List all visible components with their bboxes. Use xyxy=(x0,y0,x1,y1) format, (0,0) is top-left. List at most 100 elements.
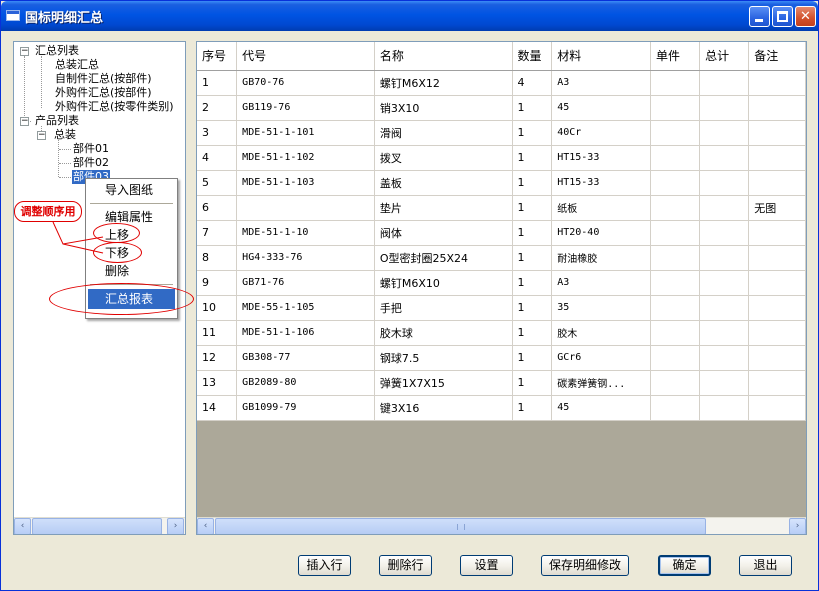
column-header[interactable]: 材料 xyxy=(551,42,651,71)
table-cell[interactable] xyxy=(236,195,375,221)
table-row[interactable]: 2 GB119-76 销3X10 1 45 xyxy=(197,95,806,121)
table-cell[interactable]: 11 xyxy=(197,320,238,346)
scroll-thumb[interactable] xyxy=(215,518,706,534)
table-cell[interactable]: 1 xyxy=(512,245,553,271)
table-cell[interactable]: 2 xyxy=(197,95,238,121)
table-cell[interactable] xyxy=(748,245,806,271)
collapse-icon[interactable]: − xyxy=(37,131,46,140)
table-cell[interactable] xyxy=(650,220,701,246)
table-cell[interactable]: 钢球7.5 xyxy=(374,345,513,371)
table-cell[interactable]: MDE-51-1-106 xyxy=(236,320,375,346)
column-header[interactable]: 备注 xyxy=(748,42,806,71)
table-cell[interactable] xyxy=(748,170,806,196)
table-cell[interactable]: 1 xyxy=(512,220,553,246)
table-cell[interactable]: 碳素弹簧钢... xyxy=(551,370,651,396)
table-cell[interactable]: MDE-51-1-10 xyxy=(236,220,375,246)
table-cell[interactable]: 垫片 xyxy=(374,195,513,221)
tree-horizontal-scrollbar[interactable]: ‹ › xyxy=(14,517,185,534)
column-header[interactable]: 代号 xyxy=(236,42,375,71)
table-cell[interactable] xyxy=(748,395,806,421)
menu-item-edit-properties[interactable]: 编辑属性 xyxy=(88,207,175,227)
collapse-icon[interactable]: − xyxy=(20,117,29,126)
table-cell[interactable] xyxy=(650,145,701,171)
table-row[interactable]: 10 MDE-55-1-105 手把 1 35 xyxy=(197,295,806,321)
table-cell[interactable]: MDE-51-1-102 xyxy=(236,145,375,171)
table-cell[interactable]: GCr6 xyxy=(551,345,651,371)
table-cell[interactable]: 销3X10 xyxy=(374,95,513,121)
maximize-button[interactable] xyxy=(772,6,793,27)
table-cell[interactable]: GB308-77 xyxy=(236,345,375,371)
save-changes-button[interactable]: 保存明细修改 xyxy=(541,555,629,576)
table-cell[interactable]: 无图 xyxy=(748,195,806,221)
table-cell[interactable]: 键3X16 xyxy=(374,395,513,421)
table-cell[interactable] xyxy=(650,95,701,121)
column-header[interactable]: 数量 xyxy=(512,42,553,71)
table-row[interactable]: 9 GB71-76 螺钉M6X10 1 A3 xyxy=(197,270,806,296)
table-cell[interactable]: 45 xyxy=(551,395,651,421)
table-cell[interactable]: 1 xyxy=(512,270,553,296)
table-cell[interactable] xyxy=(748,120,806,146)
table-cell[interactable]: 8 xyxy=(197,245,238,271)
table-cell[interactable]: 4 xyxy=(512,70,553,96)
table-cell[interactable]: 1 xyxy=(512,395,553,421)
tree-node-component-02[interactable]: 部件02 xyxy=(73,156,109,170)
table-cell[interactable] xyxy=(748,345,806,371)
insert-row-button[interactable]: 插入行 xyxy=(298,555,351,576)
table-cell[interactable] xyxy=(699,345,750,371)
column-header[interactable]: 单件 xyxy=(650,42,701,71)
table-cell[interactable] xyxy=(699,395,750,421)
table-row[interactable]: 7 MDE-51-1-10 阀体 1 HT20-40 xyxy=(197,220,806,246)
table-cell[interactable] xyxy=(699,195,750,221)
table-cell[interactable]: 1 xyxy=(512,145,553,171)
table-cell[interactable] xyxy=(699,145,750,171)
table-cell[interactable] xyxy=(699,120,750,146)
table-cell[interactable]: 6 xyxy=(197,195,238,221)
table-row[interactable]: 1 GB70-76 螺钉M6X12 4 A3 xyxy=(197,70,806,96)
table-cell[interactable] xyxy=(699,270,750,296)
table-cell[interactable]: 45 xyxy=(551,95,651,121)
tree-node-made-parts-summary[interactable]: 自制件汇总(按部件) xyxy=(55,72,152,86)
table-cell[interactable]: 盖板 xyxy=(374,170,513,196)
table-cell[interactable] xyxy=(650,70,701,96)
table-row[interactable]: 6 垫片 1 纸板 无图 xyxy=(197,195,806,221)
table-cell[interactable]: MDE-55-1-105 xyxy=(236,295,375,321)
table-cell[interactable]: A3 xyxy=(551,70,651,96)
table-cell[interactable]: 1 xyxy=(512,320,553,346)
table-cell[interactable] xyxy=(699,295,750,321)
table-cell[interactable]: 耐油橡胶 xyxy=(551,245,651,271)
table-row[interactable]: 13 GB2089-80 弹簧1X7X15 1 碳素弹簧钢... xyxy=(197,370,806,396)
table-cell[interactable]: 4 xyxy=(197,145,238,171)
table-cell[interactable]: 1 xyxy=(197,70,238,96)
table-cell[interactable] xyxy=(650,170,701,196)
table-cell[interactable]: 滑阀 xyxy=(374,120,513,146)
table-cell[interactable] xyxy=(650,320,701,346)
table-cell[interactable]: 5 xyxy=(197,170,238,196)
scroll-right-arrow-icon[interactable]: › xyxy=(167,518,184,534)
table-cell[interactable]: 纸板 xyxy=(551,195,651,221)
ok-button[interactable]: 确定 xyxy=(658,555,711,576)
collapse-icon[interactable]: − xyxy=(20,47,29,56)
table-cell[interactable] xyxy=(699,320,750,346)
table-cell[interactable] xyxy=(748,270,806,296)
table-cell[interactable]: 1 xyxy=(512,370,553,396)
minimize-button[interactable] xyxy=(749,6,770,27)
tree-node-component-01[interactable]: 部件01 xyxy=(73,142,109,156)
tree-node-purchased-by-category[interactable]: 外购件汇总(按零件类别) xyxy=(55,100,174,114)
table-cell[interactable]: MDE-51-1-101 xyxy=(236,120,375,146)
table-cell[interactable] xyxy=(650,245,701,271)
table-cell[interactable]: 35 xyxy=(551,295,651,321)
table-cell[interactable]: 9 xyxy=(197,270,238,296)
table-cell[interactable]: 阀体 xyxy=(374,220,513,246)
table-cell[interactable] xyxy=(650,345,701,371)
table-row[interactable]: 12 GB308-77 钢球7.5 1 GCr6 xyxy=(197,345,806,371)
table-row[interactable]: 14 GB1099-79 键3X16 1 45 xyxy=(197,395,806,421)
table-cell[interactable]: 13 xyxy=(197,370,238,396)
table-cell[interactable]: HT15-33 xyxy=(551,145,651,171)
column-header[interactable]: 名称 xyxy=(374,42,513,71)
table-cell[interactable] xyxy=(699,370,750,396)
table-cell[interactable] xyxy=(748,370,806,396)
tree-node-assembly-summary[interactable]: 总装汇总 xyxy=(55,58,99,72)
table-cell[interactable]: O型密封圈25X24 xyxy=(374,245,513,271)
table-cell[interactable] xyxy=(748,320,806,346)
table-cell[interactable]: GB70-76 xyxy=(236,70,375,96)
